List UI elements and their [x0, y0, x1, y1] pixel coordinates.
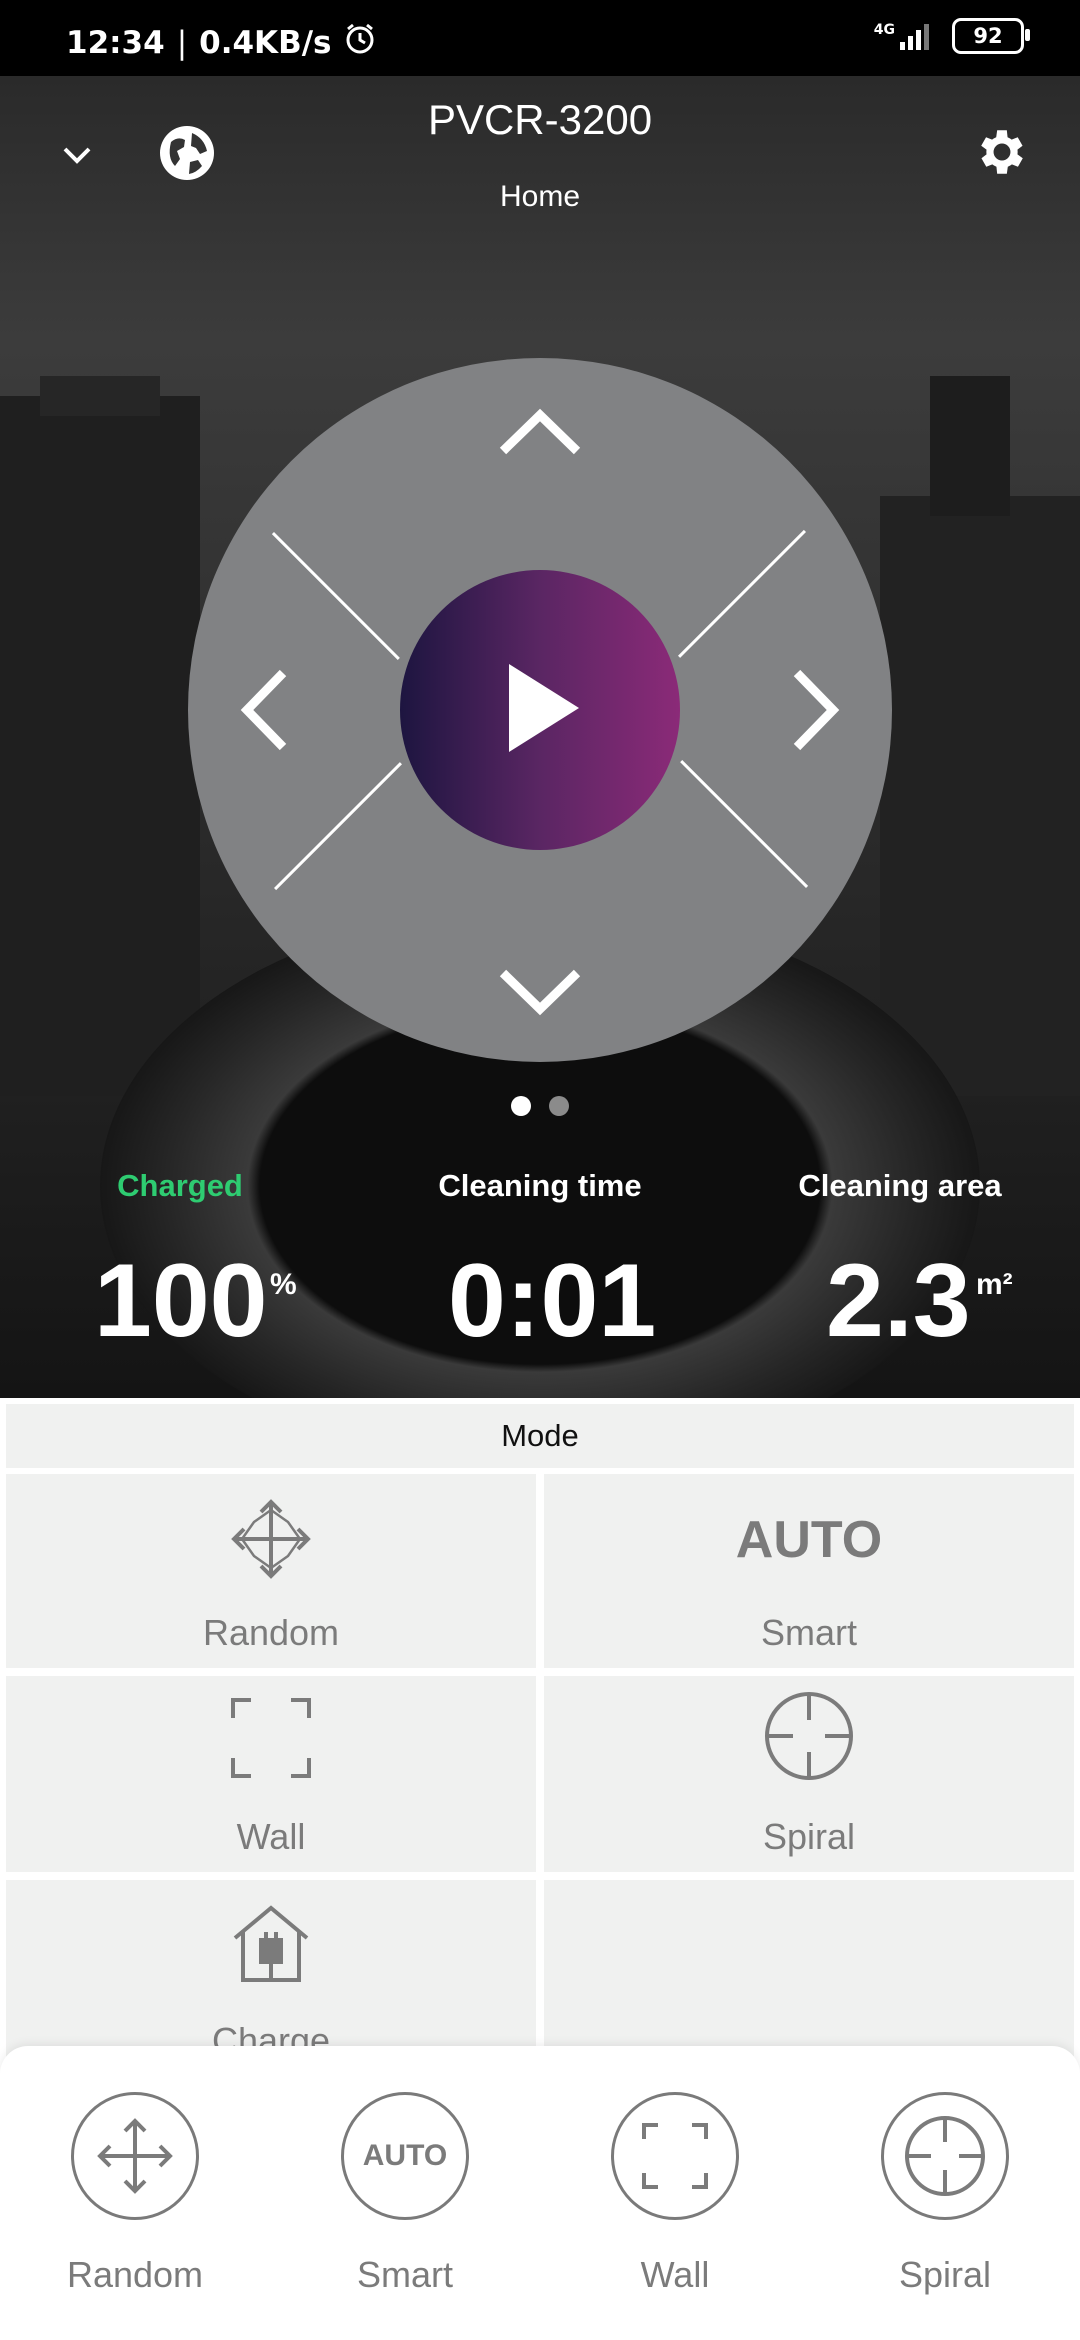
auto-icon: AUTO [735, 1511, 883, 1569]
mode-smart[interactable]: AUTO Smart [544, 1474, 1074, 1668]
page-dot[interactable] [549, 1096, 569, 1116]
status-separator: | [176, 25, 188, 61]
arrow-right-icon[interactable] [772, 650, 862, 770]
quick-smart-button[interactable]: AUTO Smart [305, 2092, 505, 2296]
status-bar: 12:34 | 0.4KB/s 4G 92 [0, 0, 1080, 76]
status-time: 12:34 [66, 25, 165, 61]
arrow-up-icon[interactable] [480, 386, 600, 476]
mode-spiral-label: Spiral [762, 1816, 856, 1857]
quick-random-button[interactable]: Random [35, 2092, 235, 2296]
move-arrows-icon [71, 2092, 199, 2220]
home-plug-icon [229, 1902, 313, 1991]
move-arrows-icon [228, 1496, 314, 1587]
crosshair-icon [881, 2092, 1009, 2220]
direction-pad [188, 358, 892, 1062]
status-net-speed: 0.4KB/s [199, 25, 332, 61]
auto-icon-text: AUTO [362, 2139, 448, 2172]
mode-empty-cell [544, 1880, 1074, 2068]
quick-random-label: Random [66, 2254, 204, 2295]
mode-random[interactable]: Random [6, 1474, 536, 1668]
auto-icon: AUTO [341, 2092, 469, 2220]
mode-wall-label: Wall [236, 1816, 306, 1857]
mode-charge[interactable]: Charge [6, 1880, 536, 2068]
signal-icon: 4G [874, 22, 934, 50]
battery-level: 92 [973, 24, 1003, 48]
mode-smart-label: Smart [760, 1612, 857, 1653]
pad-divider [680, 760, 809, 888]
quick-smart-label: Smart [356, 2254, 453, 2295]
building-shape [0, 396, 200, 1096]
mode-random-label: Random [202, 1612, 340, 1653]
building-shape [930, 376, 1010, 516]
mode-spiral[interactable]: Spiral [544, 1676, 1074, 1872]
quick-wall-label: Wall [640, 2254, 710, 2295]
gear-icon[interactable] [970, 120, 1034, 184]
corners-frame-icon [229, 1696, 313, 1785]
arrow-down-icon[interactable] [480, 948, 600, 1038]
battery-percentage: 100 [94, 1243, 268, 1359]
charge-status-label: Charged [117, 1168, 243, 1203]
page-indicator [0, 1096, 1080, 1116]
cleaning-area-label: Cleaning area [798, 1168, 1002, 1203]
alarm-icon [343, 22, 377, 64]
quick-mode-bar: Random AUTO Smart Wall Spiral [0, 2046, 1080, 2340]
quick-wall-button[interactable]: Wall [575, 2092, 775, 2296]
mode-wall[interactable]: Wall [6, 1676, 536, 1872]
corners-frame-icon [611, 2092, 739, 2220]
battery-icon: 92 [952, 18, 1030, 54]
cleaning-time-value: 0:01 [448, 1243, 657, 1359]
play-icon [495, 658, 585, 763]
quick-spiral-button[interactable]: Spiral [845, 2092, 1045, 2296]
building-shape [40, 376, 160, 416]
device-title: PVCR-3200 [427, 96, 653, 143]
device-location: Home [499, 180, 581, 213]
page-dot-active[interactable] [511, 1096, 531, 1116]
crosshair-icon [763, 1690, 855, 1787]
mode-panel: Mode Random AUTO Smart Wall Spiral Charg… [0, 1398, 1080, 2068]
cleaning-time-label: Cleaning time [438, 1168, 642, 1203]
pad-divider [271, 532, 400, 660]
network-type: 4G [873, 22, 895, 38]
mode-header: Mode [6, 1404, 1074, 1468]
pad-divider [678, 529, 806, 658]
cleaning-area-value: 2.3 [826, 1243, 971, 1359]
arrow-left-icon[interactable] [218, 650, 308, 770]
start-cleaning-button[interactable] [400, 570, 680, 850]
quick-spiral-label: Spiral [898, 2254, 992, 2295]
robot-hero: PVCR-3200 Home Charged Cleaning time Cle… [0, 76, 1080, 1398]
area-unit: m² [976, 1268, 1013, 1301]
building-shape [880, 496, 1080, 1096]
pad-divider [274, 762, 402, 891]
battery-unit: % [270, 1268, 297, 1301]
